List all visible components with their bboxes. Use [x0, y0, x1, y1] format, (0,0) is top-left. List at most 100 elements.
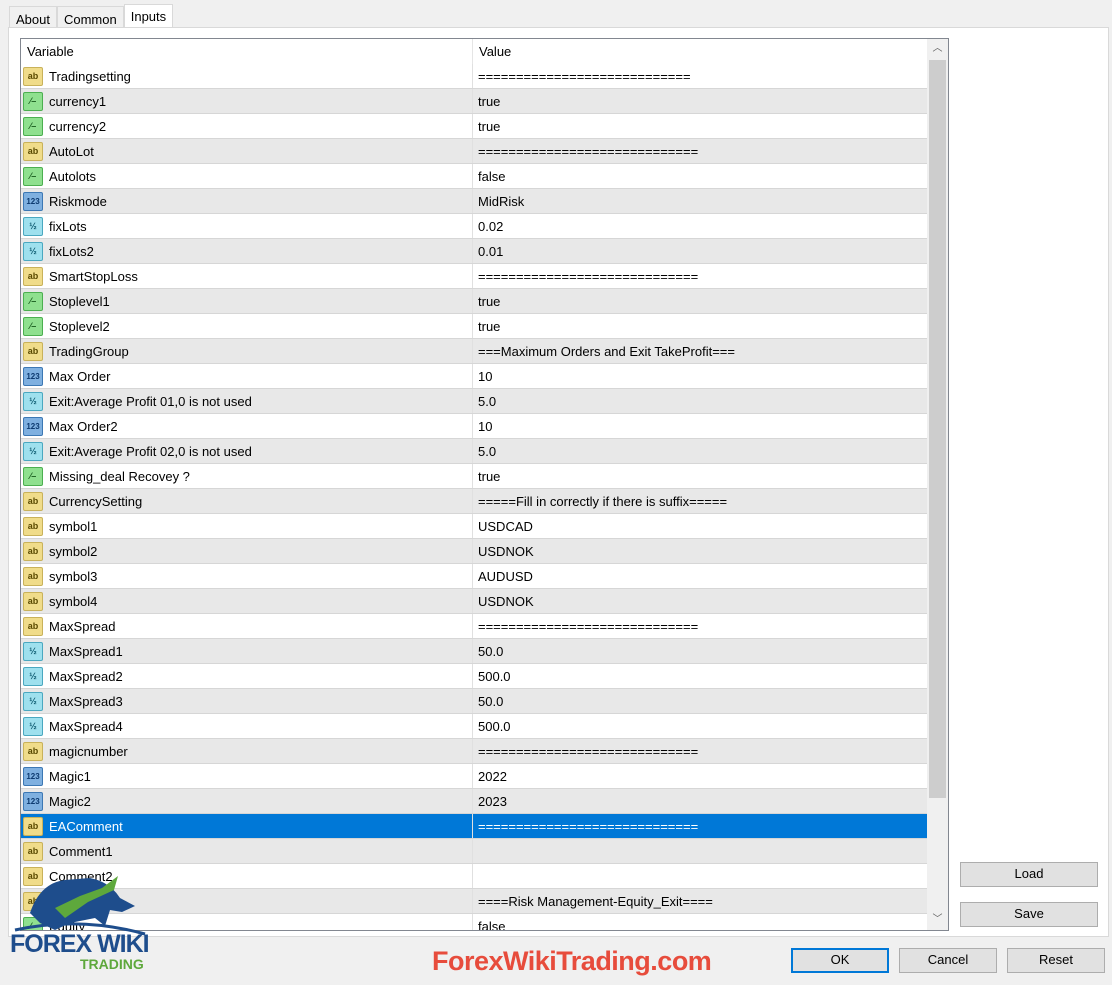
value-cell[interactable]: true [473, 294, 500, 309]
value-cell[interactable]: 10 [473, 369, 492, 384]
ab-type-icon: ab [23, 841, 43, 861]
table-row[interactable]: ⁄– Stoplevel1 true [21, 289, 927, 314]
variable-cell: ab magicnumber [21, 739, 473, 763]
reset-button[interactable]: Reset [1007, 948, 1105, 973]
table-row[interactable]: 123 Max Order 10 [21, 364, 927, 389]
value-cell[interactable]: true [473, 119, 500, 134]
value-cell[interactable]: 500.0 [473, 669, 511, 684]
table-row[interactable]: ab SmartStopLoss =========================… [21, 264, 927, 289]
table-row[interactable]: ½ MaxSpread2 500.0 [21, 664, 927, 689]
save-button[interactable]: Save [960, 902, 1098, 927]
table-row[interactable]: ab Tradingsetting ========================… [21, 64, 927, 89]
table-row[interactable]: ab AutoLot ============================= [21, 139, 927, 164]
value-cell[interactable]: true [473, 469, 500, 484]
tab-common[interactable]: Common [56, 6, 124, 29]
table-row[interactable]: ½ MaxSpread4 500.0 [21, 714, 927, 739]
table-row[interactable]: 123 Max Order2 10 [21, 414, 927, 439]
grid-header: Variable Value [21, 39, 927, 64]
dbl-type-icon: ½ [23, 716, 43, 736]
value-cell[interactable]: 50.0 [473, 694, 503, 709]
table-row[interactable]: ab symbol1 USDCAD [21, 514, 927, 539]
table-row[interactable]: ab Comment2 [21, 864, 927, 889]
value-cell[interactable]: 0.01 [473, 244, 503, 259]
variable-name: TradingGroup [49, 343, 129, 359]
table-row[interactable]: ab magicnumber ===========================… [21, 739, 927, 764]
table-row[interactable]: abEquityExit====Risk Management-Equity_E… [21, 889, 927, 914]
column-header-variable[interactable]: Variable [21, 39, 473, 64]
table-row[interactable]: ab symbol4 USDNOK [21, 589, 927, 614]
variable-name: Exit:Average Profit 01,0 is not used [49, 393, 252, 409]
value-cell[interactable]: ============================= [473, 144, 698, 159]
table-row[interactable]: ½ fixLots2 0.01 [21, 239, 927, 264]
value-cell[interactable]: 0.02 [473, 219, 503, 234]
ab-type-icon: ab [23, 741, 43, 761]
tab-about[interactable]: About [9, 6, 57, 29]
value-cell[interactable]: 10 [473, 419, 492, 434]
variable-name: symbol1 [49, 518, 98, 534]
value-cell[interactable]: true [473, 319, 500, 334]
ab-type-icon: ab [23, 516, 43, 536]
value-cell[interactable]: 5.0 [473, 394, 496, 409]
table-row[interactable]: ab TradingGroup ===Maximum Orders and Exit… [21, 339, 927, 364]
tab-inputs[interactable]: Inputs [123, 4, 174, 29]
value-cell[interactable]: ====Risk Management-Equity_Exit==== [473, 894, 713, 909]
value-cell[interactable]: USDCAD [473, 519, 533, 534]
table-row[interactable]: ⁄– currency2 true [21, 114, 927, 139]
vertical-scrollbar[interactable]: ︿ ﹀ [927, 39, 948, 930]
value-cell[interactable]: AUDUSD [473, 569, 533, 584]
table-row[interactable]: ab CurrencySetting =====Fill in correctly … [21, 489, 927, 514]
table-row[interactable]: 123 Magic2 2023 [21, 789, 927, 814]
ab-type-icon: ab [23, 266, 43, 286]
variable-cell: ⁄– Missing_deal Recovey ? [21, 464, 473, 488]
table-row[interactable]: ab Comment1 [21, 839, 927, 864]
table-row[interactable]: ab EAComment ============================= [21, 814, 927, 839]
value-cell[interactable]: MidRisk [473, 194, 524, 209]
table-row[interactable]: ⁄– Autolots false [21, 164, 927, 189]
value-cell[interactable]: ============================= [473, 819, 698, 834]
variable-cell: ab Tradingsetting [21, 64, 473, 88]
table-row[interactable]: ab MaxSpread ============================= [21, 614, 927, 639]
table-row[interactable]: ⁄– currency1 true [21, 89, 927, 114]
table-row[interactable]: ⁄– Stoplevel2 true [21, 314, 927, 339]
variable-name: MaxSpread [49, 618, 116, 634]
table-row[interactable]: ½ MaxSpread3 50.0 [21, 689, 927, 714]
scrollbar-thumb[interactable] [929, 60, 946, 798]
table-row[interactable]: ⁄– Missing_deal Recovey ? true [21, 464, 927, 489]
value-cell[interactable]: USDNOK [473, 544, 534, 559]
table-row[interactable]: ⁄– Equity false [21, 914, 927, 931]
value-cell[interactable]: =====Fill in correctly if there is suffi… [473, 494, 727, 509]
value-cell[interactable]: ============================= [473, 744, 698, 759]
load-button[interactable]: Load [960, 862, 1098, 887]
cancel-button[interactable]: Cancel [899, 948, 997, 973]
value-cell[interactable]: ===Maximum Orders and Exit TakeProfit=== [473, 344, 735, 359]
table-row[interactable]: 123 Magic1 2022 [21, 764, 927, 789]
ab-type-icon: ab [23, 816, 43, 836]
value-cell[interactable]: false [473, 919, 505, 931]
table-row[interactable]: ½ Exit:Average Profit 02,0 is not used 5.0 [21, 439, 927, 464]
variable-cell: ab EAComment [21, 814, 473, 838]
value-cell[interactable]: true [473, 94, 500, 109]
value-cell[interactable]: ============================= [473, 269, 698, 284]
value-cell[interactable]: 2023 [473, 794, 507, 809]
value-cell[interactable]: USDNOK [473, 594, 534, 609]
value-cell[interactable]: 2022 [473, 769, 507, 784]
table-row[interactable]: 123 Riskmode MidRisk [21, 189, 927, 214]
table-row[interactable]: ½ fixLots 0.02 [21, 214, 927, 239]
value-cell[interactable]: 5.0 [473, 444, 496, 459]
value-cell[interactable]: ============================ [473, 69, 691, 84]
variable-name: Stoplevel1 [49, 293, 110, 309]
variable-cell: ab CurrencySetting [21, 489, 473, 513]
scroll-down-icon[interactable]: ﹀ [927, 910, 948, 930]
table-row[interactable]: ½ Exit:Average Profit 01,0 is not used 5.0 [21, 389, 927, 414]
column-header-value[interactable]: Value [473, 39, 517, 64]
value-cell[interactable]: ============================= [473, 619, 698, 634]
value-cell[interactable]: false [473, 169, 505, 184]
table-row[interactable]: ½ MaxSpread1 50.0 [21, 639, 927, 664]
table-row[interactable]: ab symbol2 USDNOK [21, 539, 927, 564]
logo-subtext: TRADING [80, 956, 144, 972]
value-cell[interactable]: 500.0 [473, 719, 511, 734]
ok-button[interactable]: OK [791, 948, 889, 973]
table-row[interactable]: ab symbol3 AUDUSD [21, 564, 927, 589]
value-cell[interactable]: 50.0 [473, 644, 503, 659]
scroll-up-icon[interactable]: ︿ [927, 39, 948, 59]
